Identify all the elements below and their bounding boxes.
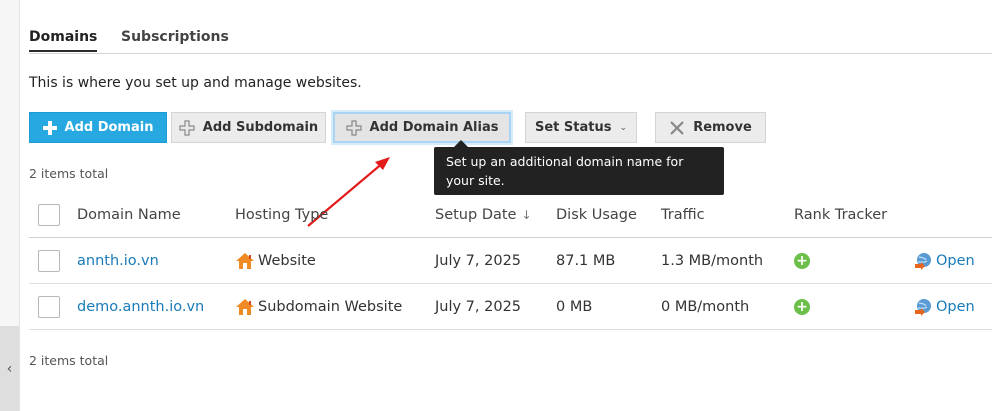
tab-bar: Domains Subscriptions xyxy=(29,26,992,54)
items-total: 2 items total xyxy=(29,353,109,368)
header-traffic[interactable]: Traffic xyxy=(661,192,705,238)
header-hosting-type[interactable]: Hosting Type xyxy=(235,192,328,238)
add-subdomain-button[interactable]: Add Subdomain xyxy=(171,112,326,143)
remove-button[interactable]: Remove xyxy=(655,112,766,143)
plus-circle-icon[interactable]: + xyxy=(794,253,810,269)
tab-domains[interactable]: Domains xyxy=(29,29,98,52)
rank-tracker-cell: + xyxy=(794,284,810,330)
set-status-button[interactable]: Set Status ⌄ xyxy=(525,112,637,143)
tab-subscriptions[interactable]: Subscriptions xyxy=(121,29,229,45)
items-total: 2 items total xyxy=(29,166,109,181)
domain-link[interactable]: demo.annth.io.vn xyxy=(77,284,204,330)
select-all-checkbox[interactable] xyxy=(38,204,60,226)
hosting-type-cell: Subdomain Website xyxy=(235,284,402,330)
chevron-left-icon: ‹ xyxy=(6,360,13,377)
disk-usage-cell: 87.1 MB xyxy=(556,253,616,269)
header-domain-name[interactable]: Domain Name xyxy=(77,192,181,238)
open-label: Open xyxy=(936,299,975,315)
house-icon xyxy=(235,298,255,316)
globe-arrow-icon xyxy=(914,298,932,316)
traffic-cell: 0 MB/month xyxy=(661,299,750,315)
select-all-cell xyxy=(38,192,60,238)
remove-label: Remove xyxy=(693,120,752,135)
header-disk-usage[interactable]: Disk Usage xyxy=(556,192,637,238)
globe-arrow-icon xyxy=(914,252,932,270)
disk-usage-cell: 0 MB xyxy=(556,299,593,315)
traffic-cell: 1.3 MB/month xyxy=(661,253,764,269)
hosting-type-label: Website xyxy=(258,253,316,269)
chevron-down-icon: ⌄ xyxy=(619,122,628,133)
plus-icon xyxy=(42,120,57,135)
row-select-cell xyxy=(38,238,60,284)
tooltip-arrow xyxy=(454,140,468,147)
set-status-label: Set Status xyxy=(534,120,612,135)
plus-outline-icon xyxy=(179,119,195,136)
open-link[interactable]: Open xyxy=(914,284,975,330)
open-label: Open xyxy=(936,253,975,269)
row-checkbox[interactable] xyxy=(38,250,60,272)
table-row: annth.io.vn Website July 7, 2025 87.1 MB… xyxy=(29,238,992,284)
tooltip: Set up an additional domain name for you… xyxy=(434,140,724,195)
header-rank-tracker: Rank Tracker xyxy=(794,207,888,223)
add-domain-button[interactable]: Add Domain xyxy=(29,112,167,143)
header-setup-date-label: Setup Date xyxy=(435,207,517,223)
plus-circle-icon[interactable]: + xyxy=(794,299,810,315)
add-subdomain-label: Add Subdomain xyxy=(202,120,319,135)
add-domain-alias-button[interactable]: Add Domain Alias xyxy=(333,112,511,143)
sort-down-icon: ↓ xyxy=(521,208,532,222)
domain-link[interactable]: annth.io.vn xyxy=(77,238,159,284)
setup-date-cell: July 7, 2025 xyxy=(435,299,522,315)
rail-divider xyxy=(19,0,20,411)
house-icon xyxy=(235,252,255,270)
hosting-type-label: Subdomain Website xyxy=(258,299,403,315)
hosting-type-cell: Website xyxy=(235,238,316,284)
tooltip-text: Set up an additional domain name for you… xyxy=(446,154,684,188)
x-icon xyxy=(669,120,685,136)
row-checkbox[interactable] xyxy=(38,296,60,318)
table-header: Domain Name Hosting Type Setup Date ↓ Di… xyxy=(29,192,992,238)
row-select-cell xyxy=(38,284,60,330)
header-setup-date[interactable]: Setup Date ↓ xyxy=(435,192,532,238)
sidebar-collapse-button[interactable]: ‹ xyxy=(0,326,19,411)
setup-date-cell: July 7, 2025 xyxy=(435,253,522,269)
table-row: demo.annth.io.vn Subdomain Website July … xyxy=(29,284,992,330)
add-domain-alias-label: Add Domain Alias xyxy=(369,120,499,135)
rank-tracker-cell: + xyxy=(794,238,810,284)
plus-outline-icon xyxy=(345,119,362,136)
page-description: This is where you set up and manage webs… xyxy=(29,75,362,91)
open-link[interactable]: Open xyxy=(914,238,975,284)
add-domain-label: Add Domain xyxy=(64,120,154,135)
